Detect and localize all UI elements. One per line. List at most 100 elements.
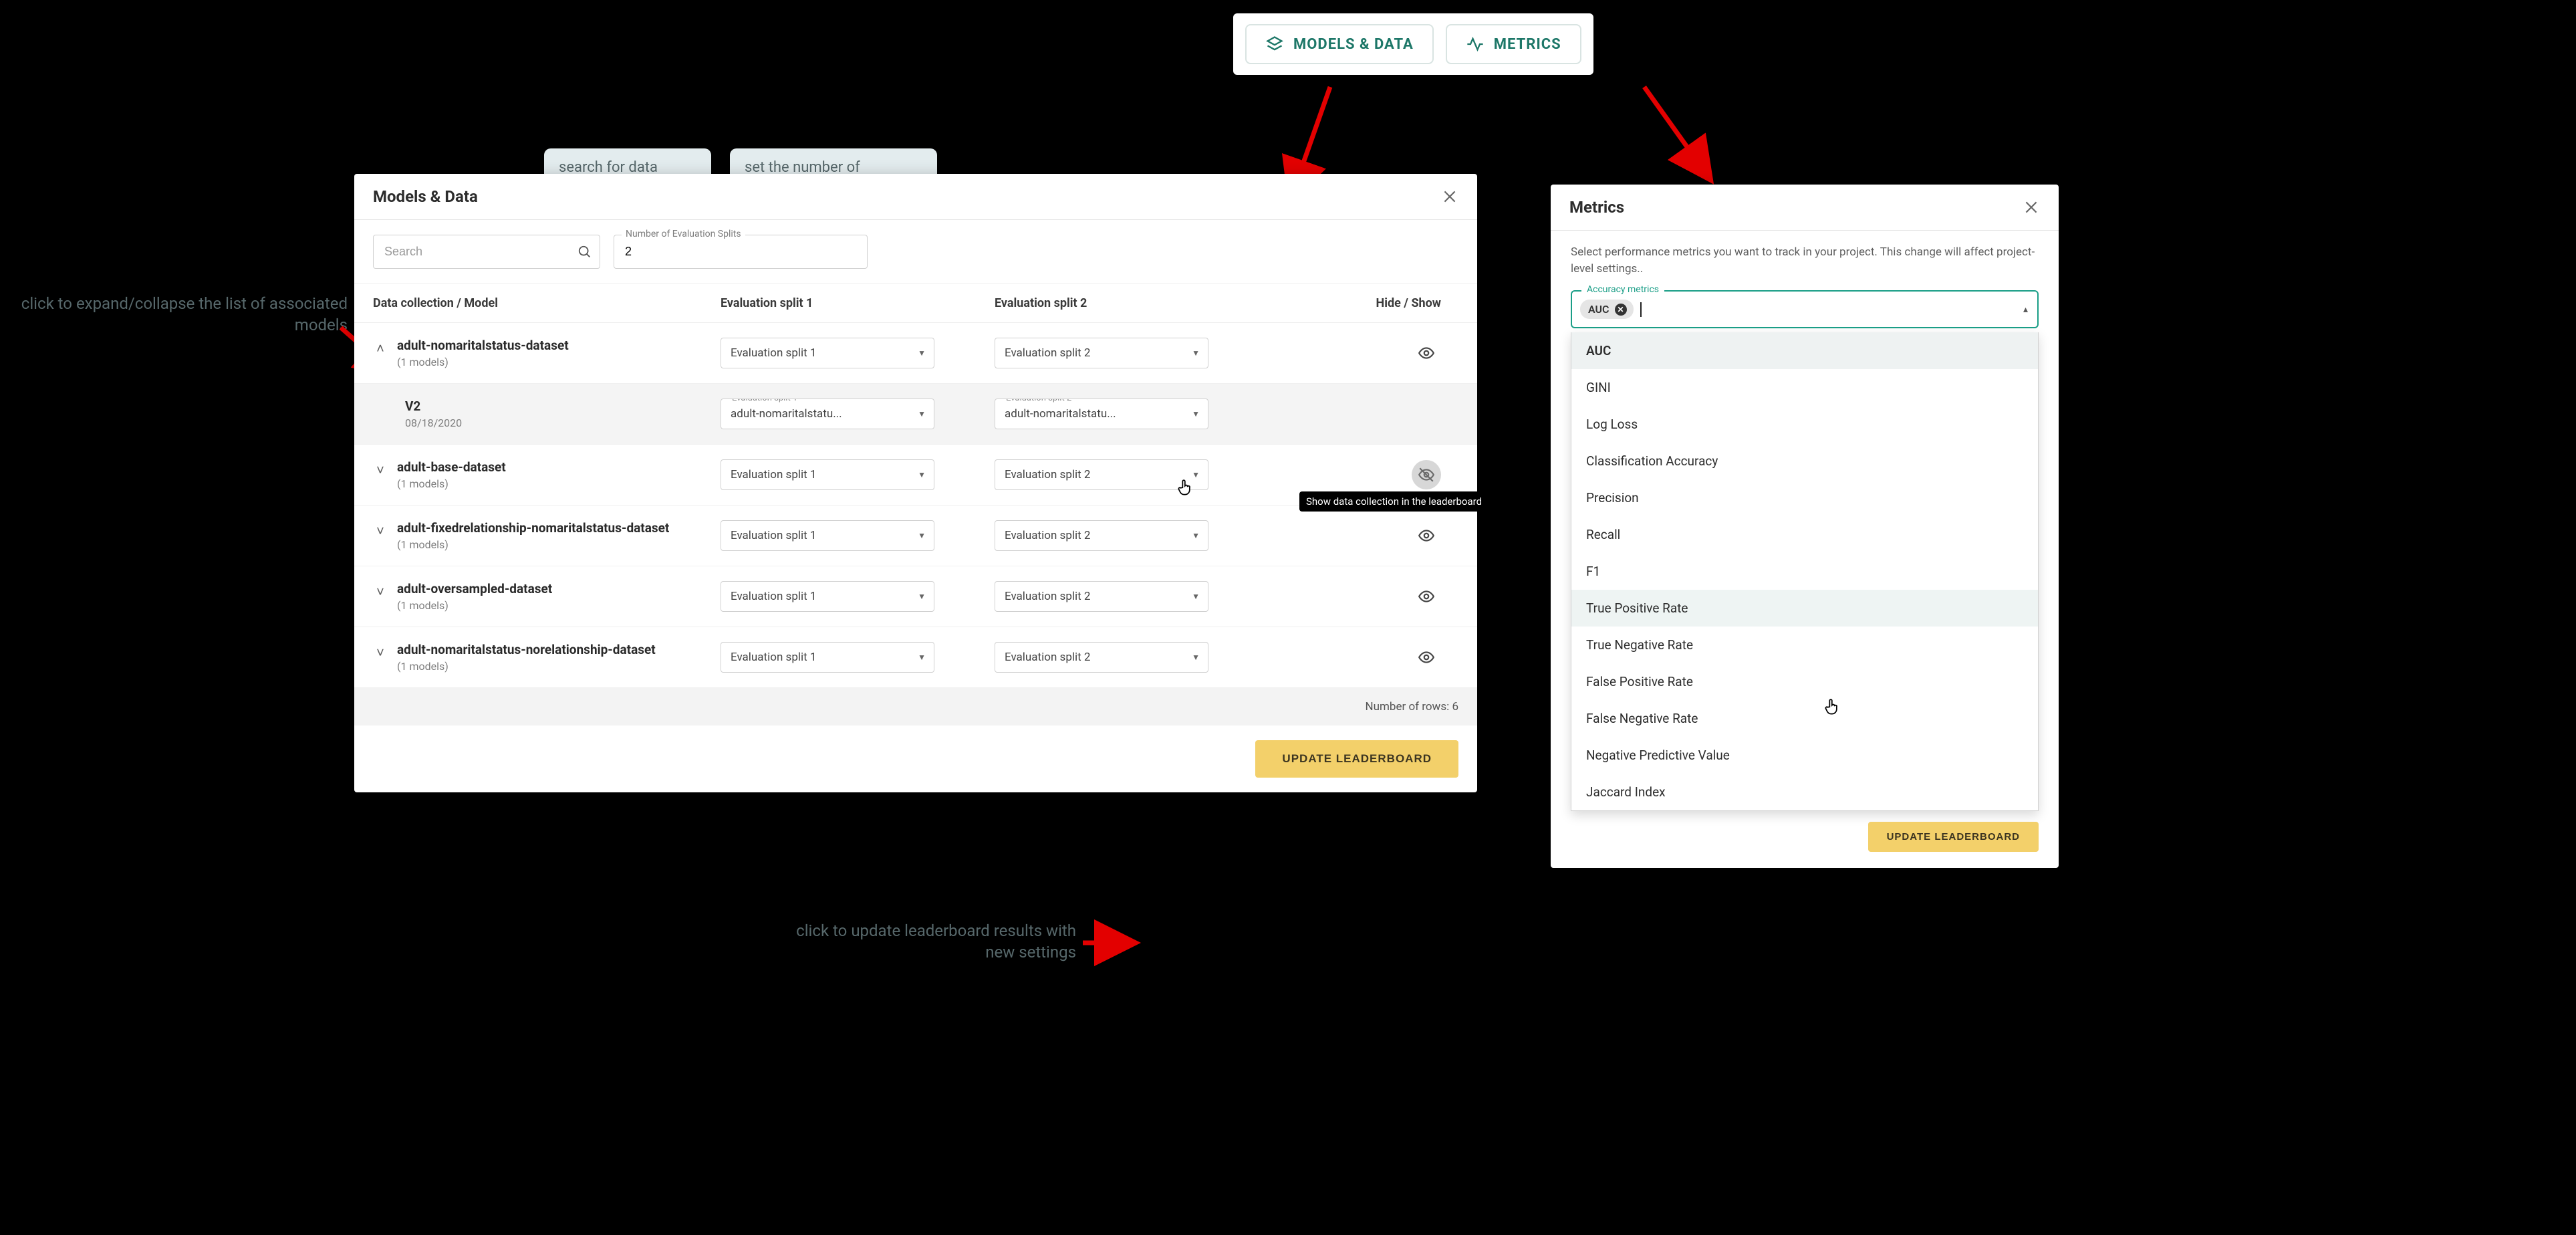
collection-sub: (1 models)	[397, 477, 506, 490]
metrics-update-button[interactable]: UPDATE LEADERBOARD	[1868, 822, 2039, 852]
col-name: Data collection / Model	[373, 296, 721, 310]
metric-option[interactable]: Classification Accuracy	[1571, 443, 2038, 479]
select-value: Evaluation split 1	[731, 590, 816, 603]
chip-remove-icon[interactable]: ✕	[1615, 304, 1627, 316]
evaluation-split-select[interactable]: Evaluation split 1 ▼	[721, 520, 934, 551]
num-splits-input[interactable]	[614, 235, 868, 269]
chevron-down-icon: ▼	[1192, 409, 1200, 419]
close-icon[interactable]	[2023, 199, 2040, 216]
update-leaderboard-button[interactable]: UPDATE LEADERBOARD	[1255, 740, 1458, 778]
metric-option[interactable]: True Positive Rate	[1571, 590, 2038, 627]
search-input[interactable]	[373, 235, 600, 269]
search-icon	[577, 245, 592, 259]
table-row: ˅ adult-nomaritalstatus-norelationship-d…	[354, 627, 1477, 688]
chevron-down-icon: ▼	[918, 470, 926, 479]
chip-label: AUC	[1588, 303, 1609, 316]
table-row: ˄ adult-nomaritalstatus-dataset (1 model…	[354, 323, 1477, 384]
col-hide-show: Hide / Show	[1269, 296, 1458, 310]
visibility-show-icon[interactable]	[1412, 643, 1441, 672]
metrics-top-button[interactable]: METRICS	[1446, 24, 1581, 64]
chevron-up-icon: ▴	[2023, 304, 2028, 315]
select-float-label: Evaluation split 2	[1002, 399, 1075, 403]
metric-option[interactable]: Log Loss	[1571, 406, 2038, 443]
select-value: Evaluation split 2	[1005, 468, 1090, 481]
select-value: Evaluation split 1	[731, 651, 816, 664]
select-value: Evaluation split 2	[1005, 590, 1090, 603]
annotation-expand-collapse: click to expand/collapse the list of ass…	[13, 293, 348, 336]
metric-option[interactable]: False Positive Rate	[1571, 663, 2038, 700]
collection-sub: (1 models)	[397, 356, 569, 368]
row-count: Number of rows: 6	[1366, 700, 1459, 713]
models-data-controls: Number of Evaluation Splits	[354, 220, 1477, 284]
metric-option[interactable]: True Negative Rate	[1571, 627, 2038, 663]
collection-name: adult-nomaritalstatus-norelationship-dat…	[397, 642, 656, 657]
evaluation-split-select[interactable]: Evaluation split 2 ▼	[995, 581, 1208, 612]
annotation-update-hint: click to update leaderboard results with…	[789, 920, 1076, 964]
metric-option[interactable]: Recall	[1571, 516, 2038, 553]
top-button-bar: MODELS & DATA METRICS	[1233, 13, 1593, 75]
expand-toggle-icon[interactable]: ˅	[373, 584, 388, 600]
visibility-show-icon[interactable]	[1412, 521, 1441, 550]
visibility-show-icon[interactable]	[1412, 582, 1441, 611]
evaluation-split-select[interactable]: Evaluation split 2 adult-nomaritalstatu.…	[995, 399, 1208, 429]
select-value: Evaluation split 1	[731, 468, 816, 481]
evaluation-split-select[interactable]: Evaluation split 1 ▼	[721, 459, 934, 490]
chevron-down-icon: ▼	[918, 531, 926, 540]
expand-toggle-icon[interactable]: ˅	[373, 645, 388, 661]
accuracy-metrics-label: Accuracy metrics	[1581, 284, 1664, 295]
table-row: ˅ adult-fixedrelationship-nomaritalstatu…	[354, 506, 1477, 566]
evaluation-split-select[interactable]: Evaluation split 1 ▼	[721, 642, 934, 673]
close-icon[interactable]	[1441, 188, 1458, 205]
expand-toggle-icon[interactable]: ˅	[373, 462, 388, 479]
select-value: Evaluation split 2	[1005, 651, 1090, 664]
metric-option[interactable]: AUC	[1571, 332, 2038, 369]
metric-option[interactable]: F1	[1571, 553, 2038, 590]
models-data-top-button[interactable]: MODELS & DATA	[1245, 24, 1434, 64]
layers-icon	[1265, 35, 1284, 53]
chevron-down-icon: ▼	[1192, 348, 1200, 358]
evaluation-split-select[interactable]: Evaluation split 2 ▼	[995, 642, 1208, 673]
update-bar: UPDATE LEADERBOARD	[354, 725, 1477, 792]
chevron-down-icon: ▼	[1192, 592, 1200, 601]
chevron-down-icon: ▼	[918, 409, 926, 419]
expand-toggle-icon[interactable]: ˄	[373, 340, 388, 357]
select-value: adult-nomaritalstatu...	[731, 407, 842, 421]
select-value: Evaluation split 1	[731, 529, 816, 542]
evaluation-split-select[interactable]: Evaluation split 2 ▼	[995, 520, 1208, 551]
visibility-hide-icon[interactable]	[1412, 460, 1441, 489]
metric-option[interactable]: Negative Predictive Value	[1571, 737, 2038, 774]
evaluation-split-select[interactable]: Evaluation split 1 adult-nomaritalstatu.…	[721, 399, 934, 429]
evaluation-split-select[interactable]: Evaluation split 1 ▼	[721, 581, 934, 612]
collection-name: adult-fixedrelationship-nomaritalstatus-…	[397, 520, 669, 536]
evaluation-split-select[interactable]: Evaluation split 2 ▼	[995, 459, 1208, 490]
metric-option[interactable]: Precision	[1571, 479, 2038, 516]
metrics-title: Metrics	[1569, 198, 1624, 217]
metric-option[interactable]: False Negative Rate	[1571, 700, 2038, 737]
metrics-description: Select performance metrics you want to t…	[1551, 231, 2059, 286]
col-split2: Evaluation split 2	[995, 296, 1269, 310]
select-float-label: Evaluation split 1	[728, 399, 801, 403]
collection-name: adult-base-dataset	[397, 459, 506, 475]
models-data-header: Models & Data	[354, 174, 1477, 220]
select-value: adult-nomaritalstatu...	[1005, 407, 1116, 421]
chevron-down-icon: ▼	[918, 348, 926, 358]
model-date: 08/18/2020	[405, 417, 462, 429]
accuracy-metrics-select[interactable]: Accuracy metrics AUC ✕ ▴	[1571, 290, 2039, 328]
metric-option[interactable]: GINI	[1571, 369, 2038, 406]
metrics-update-bar: UPDATE LEADERBOARD	[1551, 811, 2059, 868]
metric-option[interactable]: Jaccard Index	[1571, 774, 2038, 810]
num-splits-label: Number of Evaluation Splits	[622, 229, 745, 239]
tooltip-show-collection: Show data collection in the leaderboard	[1299, 491, 1489, 512]
expand-toggle-icon[interactable]: ˅	[373, 523, 388, 540]
col-split1: Evaluation split 1	[721, 296, 995, 310]
collection-name: adult-oversampled-dataset	[397, 581, 552, 596]
evaluation-split-select[interactable]: Evaluation split 2 ▼	[995, 338, 1208, 368]
models-data-panel: Models & Data Number of Evaluation Split…	[354, 174, 1477, 792]
evaluation-split-select[interactable]: Evaluation split 1 ▼	[721, 338, 934, 368]
chevron-down-icon: ▼	[1192, 653, 1200, 662]
visibility-show-icon[interactable]	[1412, 338, 1441, 368]
collection-sub: (1 models)	[397, 599, 552, 612]
search-field-wrap	[373, 235, 600, 269]
select-value: Evaluation split 2	[1005, 346, 1090, 360]
metrics-panel: Metrics Select performance metrics you w…	[1551, 185, 2059, 868]
